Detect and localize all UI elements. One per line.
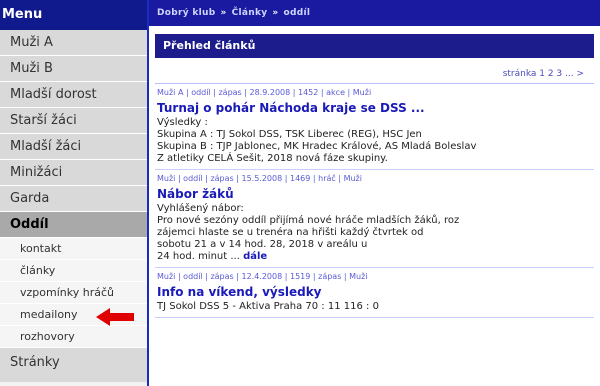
- article-body-line: sobotu 21 a v 14 hod. 28, 2018 v areálu …: [157, 239, 368, 250]
- article-body-line: Výsledky :: [157, 117, 208, 128]
- article-body-line: 24 hod. minut ... dále: [157, 251, 592, 263]
- article-item: Muži | oddíl | zápas | 12.4.2008 | 1519 …: [155, 268, 594, 318]
- breadcrumb-item[interactable]: Dobrý klub: [157, 8, 215, 18]
- sidebar-item-oddil[interactable]: Oddíl: [0, 212, 147, 238]
- article-body-text: 24 hod. minut ...: [157, 251, 240, 262]
- sidebar-item-starsi-zaci[interactable]: Starší žáci: [0, 108, 147, 134]
- article-headline[interactable]: Info na víkend, výsledky: [157, 283, 592, 301]
- sidebar-title: Menu: [0, 0, 147, 30]
- article-body-line: Z atletiky CELÁ Sešit, 2018 nová fáze sk…: [157, 153, 388, 164]
- read-more-link[interactable]: dále: [243, 251, 267, 262]
- article-body-line: Vyhlášený nábor:: [157, 203, 244, 214]
- breadcrumb-separator: »: [272, 8, 279, 18]
- article-meta: Muži | oddíl | zápas | 12.4.2008 | 1519 …: [157, 272, 368, 281]
- submenu-item-kontakt[interactable]: kontakt: [0, 238, 147, 260]
- article-body-line: zájemci hlaste se u trenéra na hřišti ka…: [157, 227, 424, 238]
- article-body-line: Skupina B : TJP Jablonec, MK Hradec Král…: [157, 141, 477, 152]
- article-headline[interactable]: Turnaj o pohár Náchoda kraje se DSS ...: [157, 99, 592, 117]
- article-meta: Muži A | oddíl | zápas | 28.9.2008 | 145…: [157, 88, 372, 97]
- article-body-line: Skupina A : TJ Sokol DSS, TSK Liberec (R…: [157, 129, 422, 140]
- article-headline[interactable]: Nábor žáků: [157, 185, 592, 203]
- sidebar-item-mladsi-dorost[interactable]: Mladší dorost: [0, 82, 147, 108]
- sidebar-item-mladsi-zaci[interactable]: Mladší žáci: [0, 134, 147, 160]
- article-meta: Muži | oddíl | zápas | 15.5.2008 | 1469 …: [157, 174, 362, 183]
- article-item: Muži A | oddíl | zápas | 28.9.2008 | 145…: [155, 84, 594, 170]
- article-body-line: Pro nové sezóny oddíl přijímá nové hráče…: [157, 215, 460, 226]
- page-title: Přehled článků: [155, 34, 594, 58]
- breadcrumb-item[interactable]: Články: [232, 8, 268, 18]
- sidebar-item-garda[interactable]: Garda: [0, 186, 147, 212]
- sidebar-item-muzi-b[interactable]: Muži B: [0, 56, 147, 82]
- breadcrumb-item[interactable]: oddíl: [284, 8, 311, 18]
- article-item: Muži | oddíl | zápas | 15.5.2008 | 1469 …: [155, 170, 594, 268]
- sidebar-item-minizaci[interactable]: Minižáci: [0, 160, 147, 186]
- sidebar: Menu Muži A Muži B Mladší dorost Starší …: [0, 0, 147, 386]
- main-content: Dobrý klub » Články » oddíl Přehled článků s…: [147, 0, 600, 386]
- sidebar-item-stranky[interactable]: Stránky: [0, 348, 147, 382]
- submenu-item-rozhovory[interactable]: rozhovory: [0, 326, 147, 348]
- article-body-line: TJ Sokol DSS 5 - Aktiva Praha 70 : 11 11…: [157, 301, 379, 312]
- submenu-item-clanky[interactable]: články: [0, 260, 147, 282]
- sidebar-item-muzi-a[interactable]: Muži A: [0, 30, 147, 56]
- pointer-arrow-icon: [96, 308, 134, 326]
- breadcrumb-separator: »: [220, 8, 227, 18]
- submenu-item-vzpominky-hracu[interactable]: vzpomínky hráčů: [0, 282, 147, 304]
- pagination[interactable]: stránka 1 2 3 ... >: [155, 64, 594, 84]
- breadcrumb: Dobrý klub » Články » oddíl: [149, 0, 600, 26]
